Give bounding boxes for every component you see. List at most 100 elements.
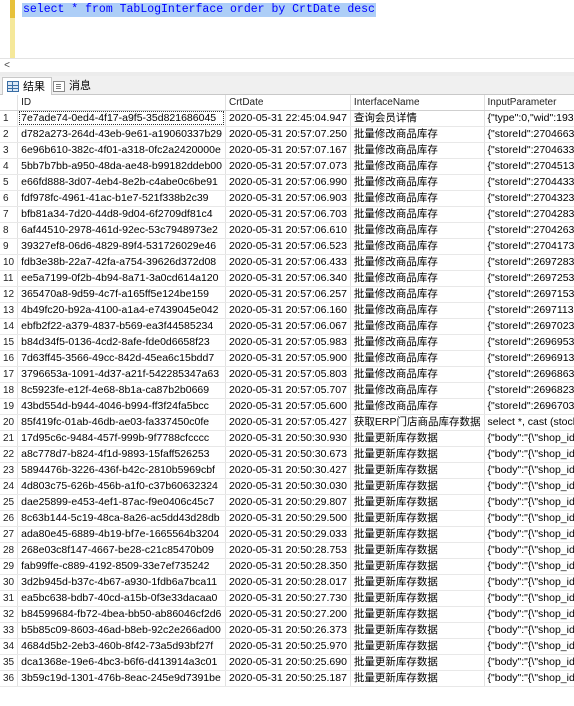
cell-inputparameter[interactable]: {"body":"{\"shop_id\":\" [484, 542, 574, 559]
row-number[interactable]: 8 [0, 222, 19, 239]
row-number[interactable]: 6 [0, 190, 19, 207]
cell-inputparameter[interactable]: {"body":"{\"shop_id\":\" [484, 622, 574, 639]
cell-crtdate[interactable]: 2020-05-31 20:57:05.427 [225, 414, 351, 431]
cell-inputparameter[interactable]: {"storeId":269682337,"u [484, 382, 574, 399]
cell-id[interactable]: 8c63b144-5c19-48ca-8a26-ac5dd43d28db [17, 510, 226, 527]
row-number[interactable]: 36 [0, 670, 19, 687]
cell-inputparameter[interactable]: {"storeId":270426337,"u [484, 222, 574, 239]
cell-crtdate[interactable]: 2020-05-31 20:57:07.250 [225, 126, 351, 143]
cell-interfacename[interactable]: 批量修改商品库存 [350, 206, 485, 223]
table-row[interactable]: 9 39327ef8-06d6-4829-89f4-531726029e46 202… [0, 238, 574, 255]
row-number[interactable]: 5 [0, 174, 19, 191]
cell-interfacename[interactable]: 获取ERP门店商品库存数据 [350, 414, 485, 431]
cell-interfacename[interactable]: 批量修改商品库存 [350, 318, 485, 335]
cell-id[interactable]: ee5a7199-0f2b-4b94-8a71-3a0cd614a120 [17, 270, 226, 287]
row-number[interactable]: 16 [0, 350, 19, 367]
cell-interfacename[interactable]: 批量修改商品库存 [350, 190, 485, 207]
table-row[interactable]: 6 fdf978fc-4961-41ac-b1e7-521f338b2c39 202… [0, 190, 574, 207]
cell-interfacename[interactable]: 批量更新库存数据 [350, 638, 485, 655]
cell-crtdate[interactable]: 2020-05-31 20:50:28.017 [225, 574, 351, 591]
table-row[interactable]: 14 ebfb2f22-a379-4837-b569-ea3f44585234 20… [0, 318, 574, 335]
row-number[interactable]: 32 [0, 606, 19, 623]
cell-inputparameter[interactable]: {"storeId":269702337,"u [484, 318, 574, 335]
row-number[interactable]: 10 [0, 254, 19, 271]
table-row[interactable]: 13 4b49fc20-b92a-4100-a1a4-e7439045e042 20… [0, 302, 574, 319]
scroll-left-icon[interactable]: < [2, 60, 12, 71]
cell-inputparameter[interactable]: {"body":"{\"shop_id\":\" [484, 638, 574, 655]
row-number[interactable]: 19 [0, 398, 19, 415]
cell-interfacename[interactable]: 批量更新库存数据 [350, 446, 485, 463]
row-number[interactable]: 31 [0, 590, 19, 607]
cell-interfacename[interactable]: 批量更新库存数据 [350, 574, 485, 591]
cell-id[interactable]: fdb3e38b-22a7-42fa-a754-39626d372d08 [17, 254, 226, 271]
column-header-crtdate[interactable]: CrtDate [225, 95, 351, 111]
cell-inputparameter[interactable]: {"storeId":270428337,"u [484, 206, 574, 223]
cell-inputparameter[interactable]: {"storeId":270443337,"u [484, 174, 574, 191]
cell-inputparameter[interactable]: {"storeId":269725337,"u [484, 270, 574, 287]
row-number[interactable]: 23 [0, 462, 19, 479]
cell-id[interactable]: 7e7ade74-0ed4-4f17-a9f5-35d821686045 [17, 110, 226, 127]
cell-crtdate[interactable]: 2020-05-31 20:50:28.350 [225, 558, 351, 575]
cell-inputparameter[interactable]: {"storeId":270417337,"u [484, 238, 574, 255]
column-header-interfacename[interactable]: InterfaceName [350, 95, 485, 111]
row-number[interactable]: 12 [0, 286, 19, 303]
row-number[interactable]: 1 [0, 110, 19, 127]
results-grid[interactable]: ID CrtDate InterfaceName InputParameter … [0, 95, 574, 706]
cell-interfacename[interactable]: 批量修改商品库存 [350, 270, 485, 287]
cell-crtdate[interactable]: 2020-05-31 20:57:06.703 [225, 206, 351, 223]
cell-crtdate[interactable]: 2020-05-31 20:57:07.167 [225, 142, 351, 159]
cell-interfacename[interactable]: 批量修改商品库存 [350, 286, 485, 303]
table-row[interactable]: 16 7d63ff45-3566-49cc-842d-45ea6c15bdd7 20… [0, 350, 574, 367]
cell-crtdate[interactable]: 2020-05-31 20:57:05.900 [225, 350, 351, 367]
table-row[interactable]: 1 7e7ade74-0ed4-4f17-a9f5-35d821686045 202… [0, 110, 574, 127]
cell-interfacename[interactable]: 批量更新库存数据 [350, 430, 485, 447]
cell-crtdate[interactable]: 2020-05-31 20:57:05.600 [225, 398, 351, 415]
cell-id[interactable]: 3796653a-1091-4d37-a21f-542285347a63 [17, 366, 226, 383]
column-header-id[interactable]: ID [17, 95, 226, 111]
cell-id[interactable]: ebfb2f22-a379-4837-b569-ea3f44585234 [17, 318, 226, 335]
cell-interfacename[interactable]: 批量更新库存数据 [350, 526, 485, 543]
cell-inputparameter[interactable]: {"body":"{\"shop_id\":\" [484, 494, 574, 511]
row-number[interactable]: 9 [0, 238, 19, 255]
query-editor[interactable]: select * from TabLogInterface order by C… [0, 0, 574, 58]
cell-crtdate[interactable]: 2020-05-31 20:50:26.373 [225, 622, 351, 639]
tab-messages[interactable]: 消息 [49, 77, 97, 95]
cell-id[interactable]: 17d95c6c-9484-457f-999b-9f7788cfcccc [17, 430, 226, 447]
row-number[interactable]: 35 [0, 654, 19, 671]
table-row[interactable]: 5 e66fd888-3d07-4eb4-8e2b-c4abe0c6be91 202… [0, 174, 574, 191]
cell-inputparameter[interactable]: {"body":"{\"shop_id\":\" [484, 590, 574, 607]
cell-crtdate[interactable]: 2020-05-31 20:50:30.030 [225, 478, 351, 495]
cell-inputparameter[interactable]: {"body":"{\"shop_id\":\" [484, 462, 574, 479]
cell-inputparameter[interactable]: {"storeId":269686337,"u [484, 366, 574, 383]
cell-id[interactable]: ea5bc638-bdb7-40cd-a15b-0f3e33dacaa0 [17, 590, 226, 607]
cell-crtdate[interactable]: 2020-05-31 20:57:06.257 [225, 286, 351, 303]
cell-id[interactable]: ada80e45-6889-4b19-bf7e-1665564b3204 [17, 526, 226, 543]
tab-results[interactable]: 结果 [2, 77, 52, 95]
cell-inputparameter[interactable]: {"body":"{\"shop_id\":\" [484, 526, 574, 543]
cell-id[interactable]: dca1368e-19e6-4bc3-b6f6-d413914a3c01 [17, 654, 226, 671]
table-row[interactable]: 4 5bb7b7bb-a950-48da-ae48-b99182ddeb00 202… [0, 158, 574, 175]
cell-crtdate[interactable]: 2020-05-31 20:50:29.807 [225, 494, 351, 511]
cell-id[interactable]: 6af44510-2978-461d-92ec-53c7948973e2 [17, 222, 226, 239]
cell-crtdate[interactable]: 2020-05-31 20:50:25.970 [225, 638, 351, 655]
table-row[interactable]: 3 6e96b610-382c-4f01-a318-0fc2a2420000e 20… [0, 142, 574, 159]
cell-interfacename[interactable]: 批量修改商品库存 [350, 254, 485, 271]
row-number[interactable]: 13 [0, 302, 19, 319]
cell-interfacename[interactable]: 批量修改商品库存 [350, 222, 485, 239]
cell-interfacename[interactable]: 批量修改商品库存 [350, 302, 485, 319]
row-number[interactable]: 33 [0, 622, 19, 639]
table-row[interactable]: 19 43bd554d-b944-4046-b994-ff3f24fa5bcc 20… [0, 398, 574, 415]
cell-interfacename[interactable]: 批量更新库存数据 [350, 478, 485, 495]
row-number[interactable]: 18 [0, 382, 19, 399]
cell-interfacename[interactable]: 批量修改商品库存 [350, 334, 485, 351]
cell-interfacename[interactable]: 批量更新库存数据 [350, 606, 485, 623]
row-number[interactable]: 7 [0, 206, 19, 223]
row-number[interactable]: 2 [0, 126, 19, 143]
row-number[interactable]: 22 [0, 446, 19, 463]
row-number[interactable]: 14 [0, 318, 19, 335]
cell-id[interactable]: dae25899-e453-4ef1-87ac-f9e0406c45c7 [17, 494, 226, 511]
table-row[interactable]: 17 3796653a-1091-4d37-a21f-542285347a63 20… [0, 366, 574, 383]
cell-crtdate[interactable]: 2020-05-31 20:50:29.500 [225, 510, 351, 527]
cell-id[interactable]: 3b59c19d-1301-476b-8eac-245e9d7391be [17, 670, 226, 687]
cell-id[interactable]: 85f419fc-01ab-46db-ae03-fa337450c0fe [17, 414, 226, 431]
